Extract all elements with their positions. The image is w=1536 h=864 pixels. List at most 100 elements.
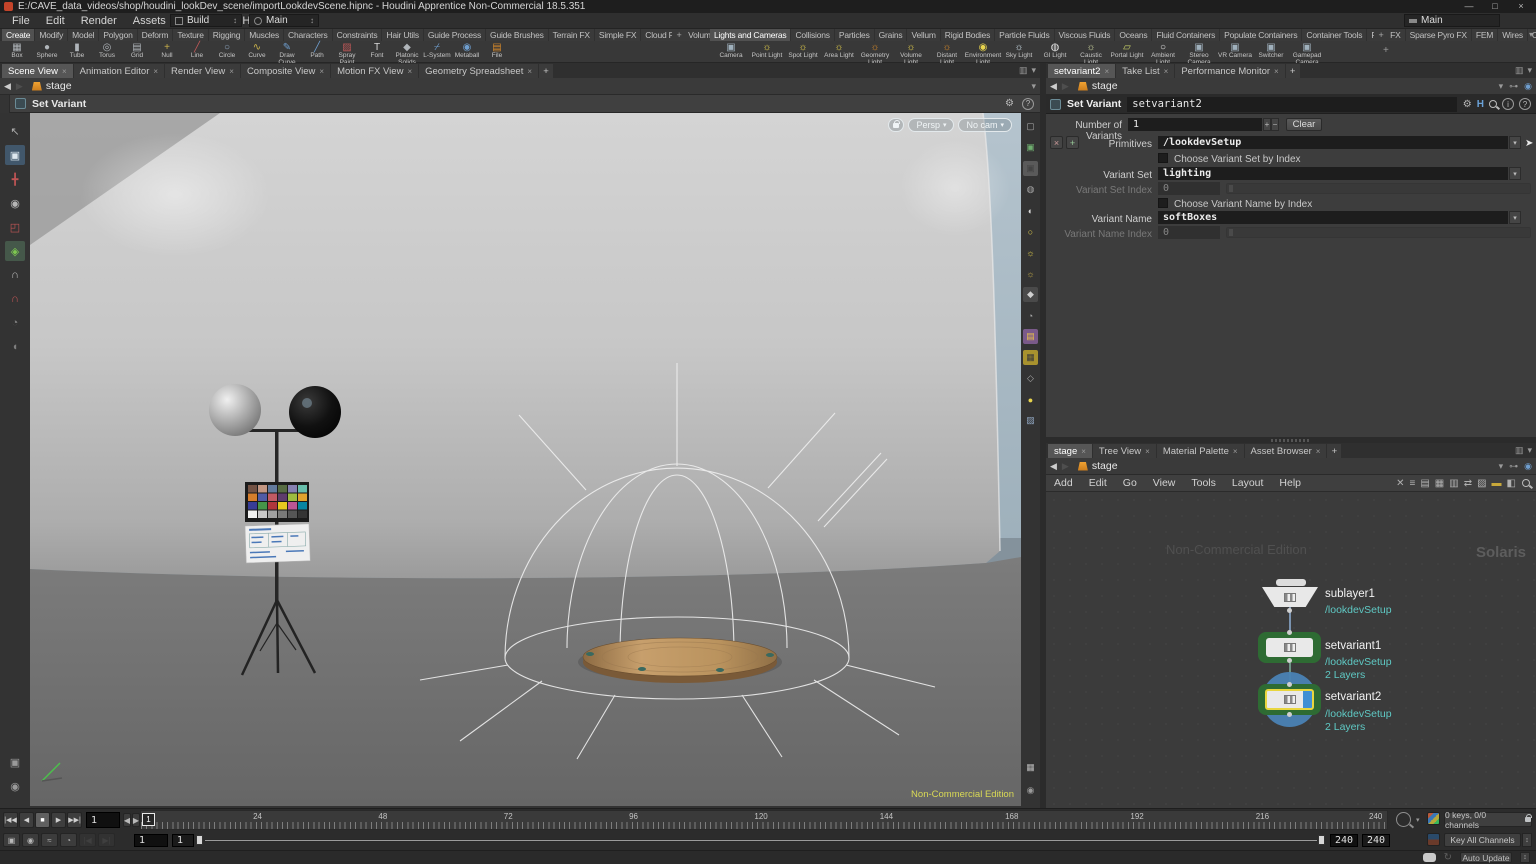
shelf-tab[interactable]: Particle Fluids bbox=[995, 29, 1053, 41]
path-menu-caret[interactable]: ▾ bbox=[1499, 81, 1504, 92]
menu-item[interactable]: Assets bbox=[125, 13, 174, 29]
lock-camera-icon[interactable]: ▣ bbox=[1023, 161, 1038, 176]
next-key-icon[interactable]: ▶| bbox=[98, 833, 115, 847]
pane-split-icon[interactable]: ▥ bbox=[1019, 65, 1028, 76]
range-start-handle[interactable] bbox=[196, 835, 203, 845]
point-light-tool[interactable]: ☼ Point Light bbox=[749, 41, 785, 60]
secure-selection-icon[interactable]: ▣ bbox=[5, 145, 25, 165]
portal-light-tool[interactable]: ▱ Portal Light bbox=[1109, 41, 1145, 60]
path-menu-caret[interactable]: ▾ bbox=[1031, 81, 1036, 92]
shelf-tab[interactable]: Model bbox=[68, 29, 98, 41]
gi-light-tool[interactable]: ◍ GI Light bbox=[1037, 41, 1073, 60]
next-frame-button[interactable]: ▶ bbox=[132, 813, 140, 827]
net-minimap-icon[interactable]: ◧ bbox=[1507, 478, 1516, 489]
network-menu-item[interactable]: Add bbox=[1046, 477, 1081, 489]
tab-close-icon[interactable]: × bbox=[1081, 447, 1086, 456]
shelf-tab[interactable]: Polygon bbox=[99, 29, 136, 41]
node-output-dot[interactable] bbox=[1287, 608, 1292, 613]
net-tools-icon[interactable]: ✕ bbox=[1396, 478, 1404, 489]
follow-playhead-icon[interactable]: ▣ bbox=[3, 833, 20, 847]
hq-light-icon[interactable]: ☼ bbox=[1023, 266, 1038, 281]
shelf-tab[interactable]: Hair Utils bbox=[382, 29, 422, 41]
switcher-tool[interactable]: ▣ Switcher bbox=[1253, 41, 1289, 60]
tab-close-icon[interactable]: × bbox=[62, 67, 67, 76]
path-tool[interactable]: ╱ Path bbox=[302, 41, 332, 60]
circle-tool[interactable]: ○ Circle bbox=[212, 41, 242, 60]
tab-close-icon[interactable]: × bbox=[229, 67, 234, 76]
shelf-tab[interactable]: Collisions bbox=[791, 29, 833, 41]
close-button[interactable]: × bbox=[1508, 0, 1534, 12]
network-canvas[interactable]: Non-Commercial Edition Solaris sublayer1… bbox=[1046, 492, 1536, 808]
opbar-grip[interactable] bbox=[0, 95, 10, 113]
help-icon[interactable]: ? bbox=[1022, 98, 1034, 110]
pane-tab[interactable]: Scene View × bbox=[2, 64, 73, 78]
tab-close-icon[interactable]: × bbox=[407, 67, 412, 76]
backdrop-cyclorama[interactable] bbox=[30, 113, 1010, 578]
sky-light-tool[interactable]: ☼ Sky Light bbox=[1001, 41, 1037, 60]
pane-tab[interactable]: Render View × bbox=[165, 64, 240, 78]
shelf-tab[interactable]: Oceans bbox=[1115, 29, 1151, 41]
pane-tab[interactable]: Animation Editor × bbox=[74, 64, 164, 78]
black-sphere[interactable] bbox=[289, 386, 341, 438]
choose-set-checkbox[interactable] bbox=[1158, 153, 1168, 163]
gray-sphere[interactable] bbox=[209, 384, 261, 436]
net-io-icon[interactable]: ⇄ bbox=[1464, 478, 1472, 489]
nav-forward-icon[interactable]: ▶ bbox=[16, 81, 23, 92]
tab-close-icon[interactable]: × bbox=[1316, 447, 1321, 456]
snapshot-icon[interactable]: ▣ bbox=[5, 752, 25, 772]
primitives-field[interactable]: /lookdevSetup bbox=[1158, 136, 1508, 149]
lighting-mode-icon[interactable]: ○ bbox=[1023, 224, 1038, 239]
shelf-tab[interactable]: Simple FX bbox=[595, 29, 640, 41]
shelf-tab[interactable]: Deform bbox=[138, 29, 173, 41]
background-image-icon[interactable]: ▨ bbox=[1023, 413, 1038, 428]
help-icon[interactable]: ? bbox=[1519, 98, 1531, 110]
network-path[interactable]: stage bbox=[1074, 80, 1118, 92]
message-bubble-icon[interactable] bbox=[1423, 853, 1436, 862]
shading-mode-icon[interactable]: ◐ bbox=[1023, 203, 1038, 218]
node-output-dot[interactable] bbox=[1287, 658, 1292, 663]
add-tool-button[interactable]: + bbox=[1383, 45, 1389, 56]
add-pane-tab-button[interactable]: + bbox=[1327, 444, 1341, 458]
shelf-tab[interactable]: Rigid Bodies bbox=[941, 29, 994, 41]
tab-close-icon[interactable]: × bbox=[319, 67, 324, 76]
play-reverse-button[interactable]: ◀ bbox=[19, 812, 34, 828]
pivot-icon[interactable]: ◇ bbox=[1023, 371, 1038, 386]
render-region-icon[interactable]: ▣ bbox=[1023, 140, 1038, 155]
shelf-tab[interactable]: Modify bbox=[35, 29, 67, 41]
network-menu-item[interactable]: Go bbox=[1115, 477, 1145, 489]
pane-tab[interactable]: Asset Browser × bbox=[1245, 444, 1327, 458]
snap-magnet-red-icon[interactable]: ∩ bbox=[5, 289, 25, 309]
key-all-channels-button[interactable]: Key All Channels bbox=[1444, 833, 1521, 847]
l-system-tool[interactable]: ⌿ L-System bbox=[422, 41, 452, 60]
box-tool[interactable]: ▦ Box bbox=[2, 41, 32, 60]
key-all-spinner[interactable]: ↕ bbox=[1522, 833, 1532, 847]
prev-frame-button[interactable]: ◀ bbox=[123, 813, 131, 827]
range-end-handle[interactable] bbox=[1318, 835, 1325, 845]
camera-menu-pill[interactable]: Persp ▾ bbox=[908, 118, 954, 132]
desktop-combo[interactable]: Build ↕ bbox=[170, 14, 242, 27]
pane-menu-caret[interactable]: ▾ bbox=[1527, 65, 1532, 76]
grid-snap-icon[interactable]: ▦ bbox=[1023, 350, 1038, 365]
network-path[interactable]: stage bbox=[1074, 460, 1118, 472]
timeline-zoom-icon[interactable] bbox=[1396, 812, 1411, 827]
color-checker[interactable] bbox=[245, 482, 309, 522]
prev-key-icon[interactable]: |◀ bbox=[79, 833, 96, 847]
nav-forward-icon[interactable]: ▶ bbox=[1062, 461, 1069, 472]
node-setvariant1[interactable] bbox=[1266, 638, 1313, 657]
flipbook-icon[interactable]: ◉ bbox=[5, 776, 25, 796]
shelf-tab[interactable]: Populate Containers bbox=[1220, 29, 1301, 41]
tab-close-icon[interactable]: × bbox=[1164, 67, 1169, 76]
pane-tab[interactable]: Composite View × bbox=[241, 64, 330, 78]
gear-icon[interactable]: ⚙ bbox=[1463, 99, 1472, 110]
material-palette-icon[interactable]: ▤ bbox=[1023, 329, 1038, 344]
select-primitives-icon[interactable]: ➤ bbox=[1525, 138, 1533, 149]
shelf-tab[interactable]: Lights and Cameras bbox=[710, 29, 790, 41]
spot-light-tool[interactable]: ☼ Spot Light bbox=[785, 41, 821, 60]
tube-tool[interactable]: ▮ Tube bbox=[62, 41, 92, 60]
shelf-tab[interactable]: Grains bbox=[875, 29, 907, 41]
snap-magnet-icon[interactable]: ∩ bbox=[5, 265, 25, 285]
character-tool-icon[interactable]: ◖ bbox=[5, 337, 25, 357]
node-name-field[interactable]: setvariant2 bbox=[1127, 97, 1457, 112]
sync-icon[interactable]: ◉ bbox=[1524, 81, 1532, 92]
current-frame-field[interactable]: 1 bbox=[86, 812, 120, 828]
